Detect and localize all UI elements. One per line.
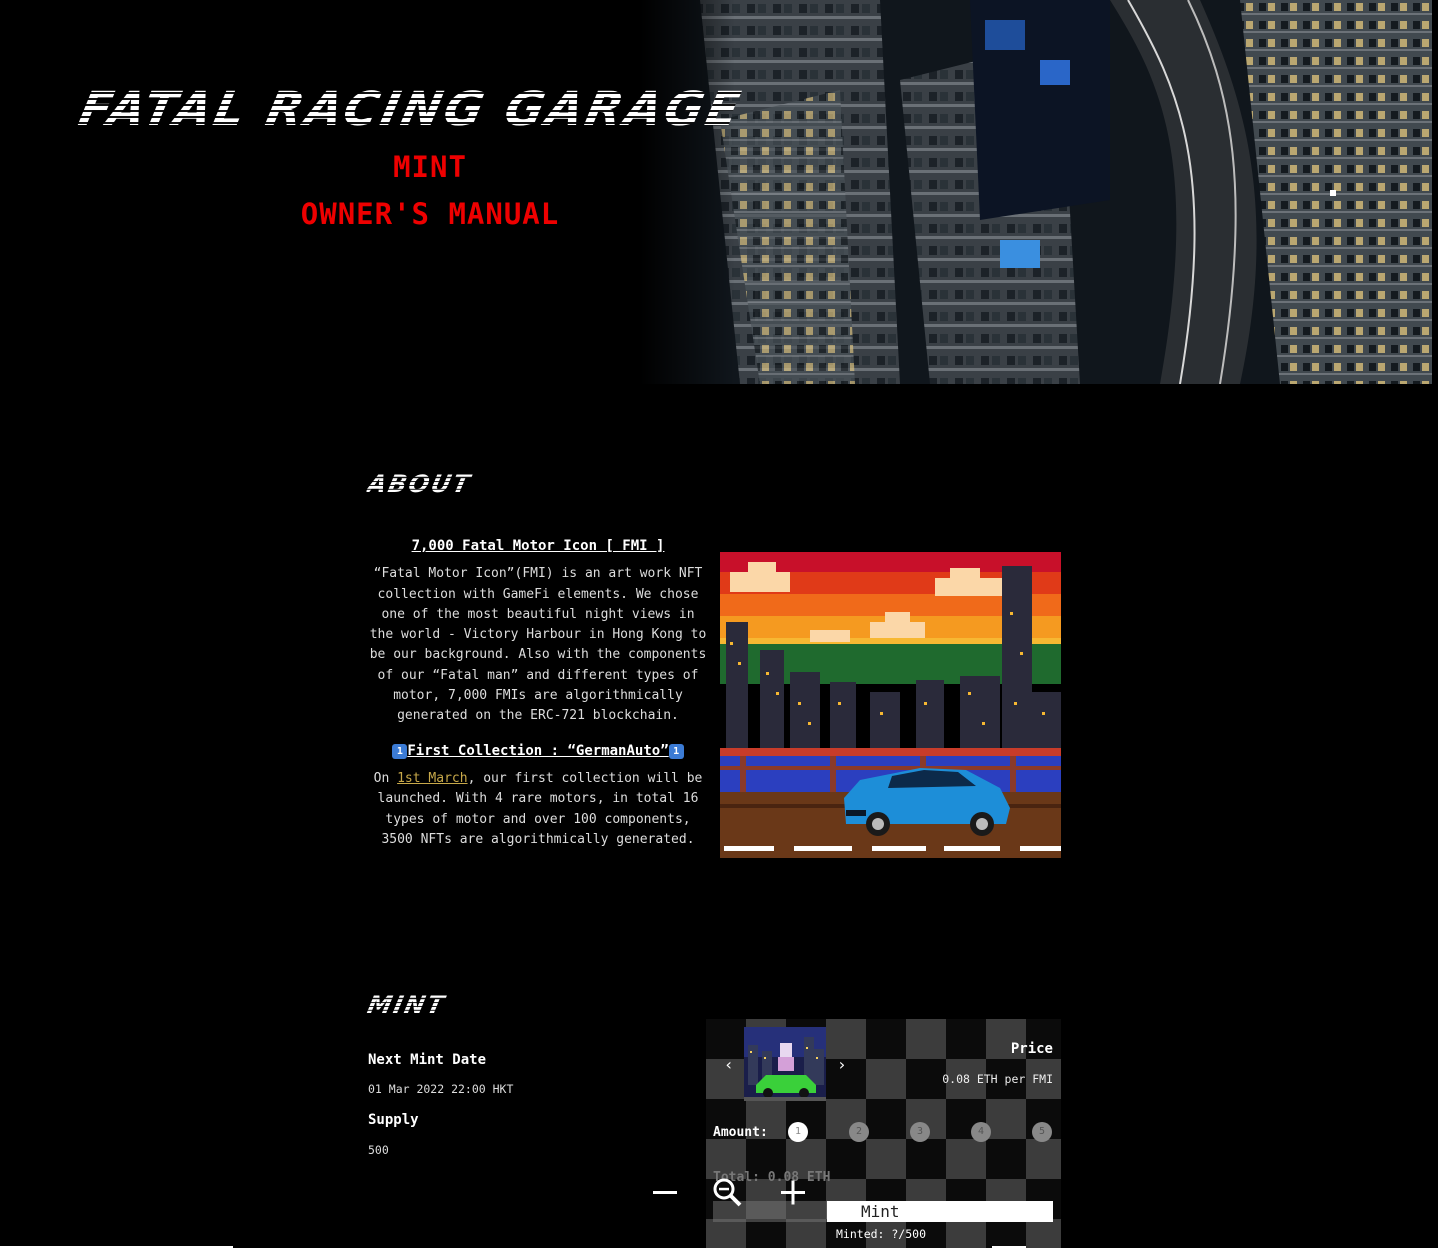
next-nft-arrow-icon[interactable]: › <box>837 1055 847 1074</box>
collection-paragraph: On 1st March, our first collection will … <box>368 769 708 850</box>
about-paragraph: “Fatal Motor Icon”(FMI) is an art work N… <box>369 566 707 724</box>
supply-value: 500 <box>368 1143 389 1157</box>
about-text-block: 7,000 Fatal Motor Icon [ FMI ] “Fatal Mo… <box>368 536 708 860</box>
mint-button[interactable]: Mint <box>827 1201 1053 1222</box>
amount-option-5[interactable]: 5 <box>1032 1122 1052 1142</box>
keycap-one-icon: 1 <box>392 743 408 759</box>
previous-nft-arrow-icon[interactable]: ‹ <box>724 1055 734 1074</box>
amount-option-2[interactable]: 2 <box>849 1122 869 1142</box>
nav-link-owners-manual[interactable]: OWNER'S MANUAL <box>290 197 570 231</box>
nav-link-mint[interactable]: MINT <box>290 150 570 184</box>
hero-banner: FATAL RACING GARAGE MINT OWNER'S MANUAL <box>0 0 1432 384</box>
hero-city-night-photo <box>640 0 1432 384</box>
zoom-magnifier-icon[interactable] <box>709 1174 745 1210</box>
minus-icon[interactable] <box>647 1174 683 1210</box>
next-mint-date-label: Next Mint Date <box>368 1052 487 1068</box>
nft-preview-thumbnail <box>744 1027 826 1101</box>
supply-label: Supply <box>368 1112 419 1128</box>
plus-icon[interactable] <box>775 1174 811 1210</box>
keycap-one-icon: 1 <box>668 743 684 759</box>
price-value: 0.08 ETH per FMI <box>942 1072 1053 1086</box>
collection-prefix: On <box>373 770 398 786</box>
about-heading: ABOUT <box>365 470 475 498</box>
collection-title-line: 1 First Collection : “GermanAuto” 1 <box>368 741 708 761</box>
amount-option-1[interactable]: 1 <box>788 1122 808 1142</box>
mint-heading: MINT <box>365 991 449 1019</box>
about-subtitle: 7,000 Fatal Motor Icon [ FMI ] <box>411 538 665 554</box>
collection-date-link[interactable]: 1st March <box>397 771 467 786</box>
amount-label: Amount: <box>713 1125 768 1140</box>
pixel-art-hong-kong-car-image <box>720 552 1061 858</box>
amount-option-4[interactable]: 4 <box>971 1122 991 1142</box>
collection-title: First Collection : “GermanAuto” <box>407 742 669 759</box>
price-label: Price <box>1010 1041 1053 1057</box>
site-title: FATAL RACING GARAGE <box>74 82 786 137</box>
next-mint-date-value: 01 Mar 2022 22:00 HKT <box>368 1082 514 1096</box>
amount-option-3[interactable]: 3 <box>910 1122 930 1142</box>
zoom-toolbar <box>647 1174 813 1210</box>
mint-panel: ‹ › Price 0.08 ETH per FMI Amount: 1 2 3… <box>706 1019 1061 1248</box>
minted-count: Minted: ?/500 <box>836 1227 927 1241</box>
